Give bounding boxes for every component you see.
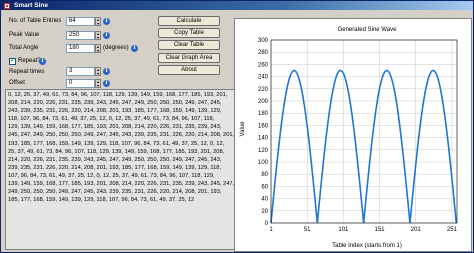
output-line: 129, 139, 149, 159, 168, 177, 185, 193, … [8,124,222,131]
output-table-textarea[interactable]: 0, 12, 25, 37, 49, 61, 73, 84, 96, 107, … [5,89,266,250]
output-line: 193, 185, 177, 168, 159, 149, 139, 129, … [8,140,225,147]
x-tick-label: 251 [447,227,458,233]
grid [270,39,457,224]
y-tick-label: 40 [261,197,268,203]
app-icon [4,2,10,9]
window-title: Smart Sine [14,2,48,9]
table-entries-label: No. of Table Entries [9,18,62,24]
plot-frame [270,39,458,224]
x-tick-label: 101 [338,227,349,233]
clear-table-button[interactable]: Clear Table [158,40,220,50]
output-line: 214, 220, 226, 231, 235, 239, 243, 245, … [8,156,222,163]
output-line: 25, 37, 49, 61, 73, 84, 96, 107, 118, 12… [8,148,225,155]
x-tick-label: 151 [375,227,386,233]
y-axis-label: Value [240,121,246,137]
x-tick-label: 1 [269,227,273,233]
info-icon[interactable]: i [39,58,46,65]
output-line: 185, 177, 168, 159, 149, 139, 129, 118, … [8,197,195,204]
y-tick-label: 260 [258,62,269,68]
repeat-times-input[interactable]: 3 [66,67,95,76]
output-line: 208, 214, 220, 226, 231, 235, 239, 243, … [8,100,222,107]
offset-label: Offset [9,80,25,86]
output-line: 139, 149, 159, 168, 177, 185, 193, 201, … [8,181,235,188]
repeat-label: Repeat? [18,58,41,64]
y-tick-label: 120 [258,148,269,154]
peak-value-input[interactable]: 250 [66,31,95,40]
total-angle-label: Total Angle [9,45,39,51]
y-tick-label: 200 [258,99,269,105]
graph-area: Generated Sine Wave Value Table Index (s… [234,18,472,252]
output-line: 118, 107, 96, 84, 73, 61, 49, 37, 25, 12… [8,116,215,123]
y-tick-label: 280 [258,50,269,56]
info-icon[interactable]: i [103,80,110,87]
ticks: 0 20 40 60 80 100 120 140 160 180 200 220 240 260 280 3… [258,38,458,233]
total-angle-spinner[interactable] [95,44,101,53]
y-tick-label: 100 [258,160,269,166]
total-angle-input[interactable]: 180 [66,44,95,53]
calculate-button[interactable]: Calculate [158,16,220,26]
y-tick-label: 60 [261,184,268,190]
peak-value-label: Peak Value [9,32,40,38]
output-line: 0, 12, 25, 37, 49, 61, 73, 84, 96, 107, … [8,92,228,98]
y-tick-label: 160 [258,123,269,129]
chart-title: Generated Sine Wave [338,27,397,33]
x-tick-label: 51 [304,227,311,233]
table-entries-spinner[interactable] [95,17,101,26]
table-entries-input[interactable]: 64 [66,17,95,26]
y-tick-label: 180 [258,111,269,117]
info-icon[interactable]: i [131,45,138,52]
copy-table-button[interactable]: Copy Table [158,28,220,38]
y-tick-label: 0 [265,221,269,227]
total-angle-unit: (degrees) [103,45,129,51]
y-tick-label: 20 [261,209,268,215]
output-line: 249, 250, 250, 250, 249, 247, 245, 243, … [8,189,222,196]
offset-input[interactable]: 0 [66,79,95,88]
x-axis-label: Table Index (starts from 1) [332,243,402,249]
y-tick-label: 300 [258,38,269,44]
info-icon[interactable]: i [103,32,110,39]
clear-graph-area-button[interactable]: Clear Graph Area [158,53,220,63]
repeat-checkbox[interactable]: ✓ [9,58,16,65]
output-line: 107, 96, 84, 73, 61, 49, 37, 25, 12, 0, … [8,172,215,179]
output-line: 245, 247, 249, 250, 250, 250, 249, 247, … [8,132,235,139]
sine-chart: Generated Sine Wave Value Table Index (s… [240,27,458,249]
x-tick-label: 201 [411,227,422,233]
offset-spinner[interactable] [95,79,101,88]
y-tick-label: 220 [258,87,269,93]
series-line [270,69,458,224]
info-icon[interactable]: i [103,68,110,75]
y-tick-label: 140 [258,136,269,142]
info-icon[interactable]: i [103,18,110,25]
output-line: 243, 239, 235, 231, 226, 220, 214, 208, … [8,108,222,115]
peak-value-spinner[interactable] [95,31,101,40]
y-tick-label: 240 [258,75,269,81]
app-window: Smart Sine No. of Table Entries 64 i Pea… [0,0,474,253]
repeat-times-spinner[interactable] [95,67,101,76]
title-bar: Smart Sine [1,1,473,10]
repeat-times-label: Repeat times [9,69,45,75]
y-tick-label: 80 [261,172,268,178]
output-line: 239, 235, 231, 226, 220, 214, 208, 201, … [8,164,222,171]
about-button[interactable]: About [158,65,220,75]
